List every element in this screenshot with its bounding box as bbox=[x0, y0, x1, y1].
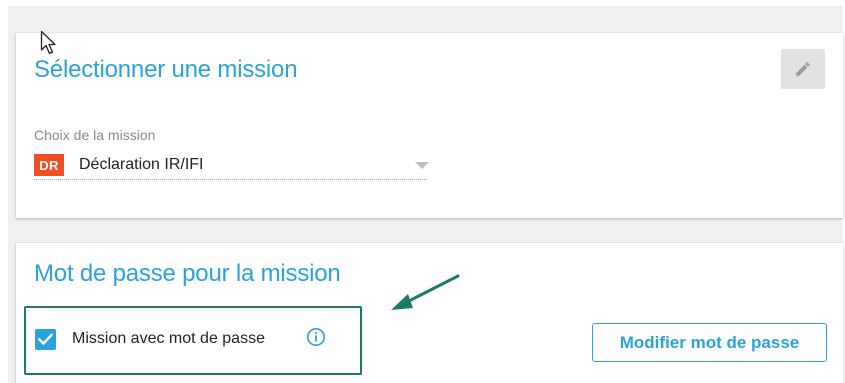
mission-type-badge: DR bbox=[34, 154, 64, 176]
mission-section-title: Sélectionner une mission bbox=[34, 56, 298, 83]
mission-choice-label: Choix de la mission bbox=[34, 127, 156, 143]
caret-down-icon[interactable] bbox=[415, 162, 429, 169]
mission-select[interactable]: DR Déclaration IR/IFI bbox=[34, 150, 429, 180]
screenshot-canvas: Sélectionner une mission Choix de la mis… bbox=[0, 0, 845, 383]
annotation-arrow-icon bbox=[391, 274, 460, 310]
edit-button[interactable] bbox=[781, 49, 825, 89]
info-icon[interactable] bbox=[306, 327, 326, 347]
password-checkbox-label: Mission avec mot de passe bbox=[72, 330, 265, 347]
mouse-cursor-icon bbox=[40, 30, 56, 55]
mission-selection-card: Sélectionner une mission Choix de la mis… bbox=[16, 33, 843, 218]
pencil-icon bbox=[796, 62, 810, 76]
mission-select-value: Déclaration IR/IFI bbox=[79, 156, 204, 173]
password-section-title: Mot de passe pour la mission bbox=[34, 260, 341, 287]
checkmark-icon bbox=[38, 333, 53, 346]
password-checkbox[interactable] bbox=[35, 329, 56, 350]
modify-password-button[interactable]: Modifier mot de passe bbox=[592, 323, 827, 362]
